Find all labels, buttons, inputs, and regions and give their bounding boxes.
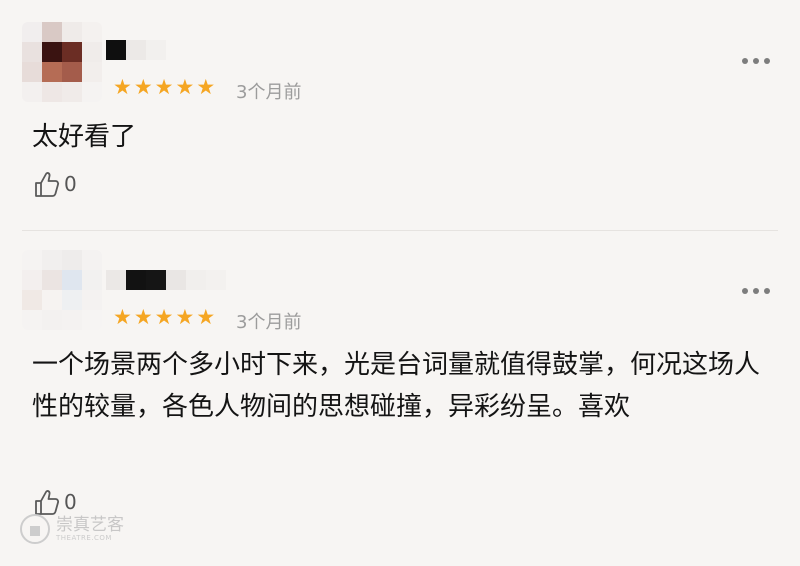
like-button[interactable]: 0 — [34, 488, 77, 516]
watermark: 崇真艺客 THEATRE.COM — [20, 514, 124, 544]
star-rating: ★ ★ ★ ★ ★ — [113, 76, 215, 98]
username-obscured[interactable] — [106, 270, 226, 296]
thumb-up-icon — [35, 490, 60, 515]
star-icon: ★ — [154, 305, 174, 329]
watermark-subtext: THEATRE.COM — [56, 534, 112, 542]
watermark-logo-icon — [20, 514, 50, 544]
star-icon: ★ — [133, 305, 153, 329]
star-icon: ★ — [113, 75, 132, 99]
star-icon: ★ — [133, 75, 153, 99]
username-obscured[interactable] — [106, 40, 166, 66]
star-icon: ★ — [175, 305, 195, 329]
star-icon: ★ — [196, 305, 216, 329]
star-icon: ★ — [196, 75, 216, 99]
like-count: 0 — [64, 490, 77, 514]
divider — [22, 230, 778, 231]
like-count: 0 — [64, 172, 77, 196]
avatar[interactable] — [22, 250, 102, 330]
like-button[interactable]: 0 — [34, 170, 77, 198]
review-content: 太好看了 — [32, 122, 137, 152]
review-content: 一个场景两个多小时下来，光是台词量就值得鼓掌，何况这场人性的较量，各色人物间的思… — [32, 350, 761, 422]
more-dots-icon[interactable] — [742, 288, 770, 294]
thumb-up-icon — [35, 172, 60, 197]
watermark-text: 崇真艺客 — [56, 515, 124, 535]
star-icon: ★ — [154, 75, 174, 99]
review-item: ★ ★ ★ ★ ★ 3个月前 太好看了 0 — [0, 0, 800, 232]
avatar[interactable] — [22, 22, 102, 102]
star-icon: ★ — [175, 75, 195, 99]
star-rating: ★ ★ ★ ★ ★ — [113, 306, 215, 328]
star-icon: ★ — [113, 305, 132, 329]
more-dots-icon[interactable] — [742, 58, 770, 64]
review-time: 3个月前 — [236, 312, 302, 333]
review-time: 3个月前 — [236, 82, 302, 103]
